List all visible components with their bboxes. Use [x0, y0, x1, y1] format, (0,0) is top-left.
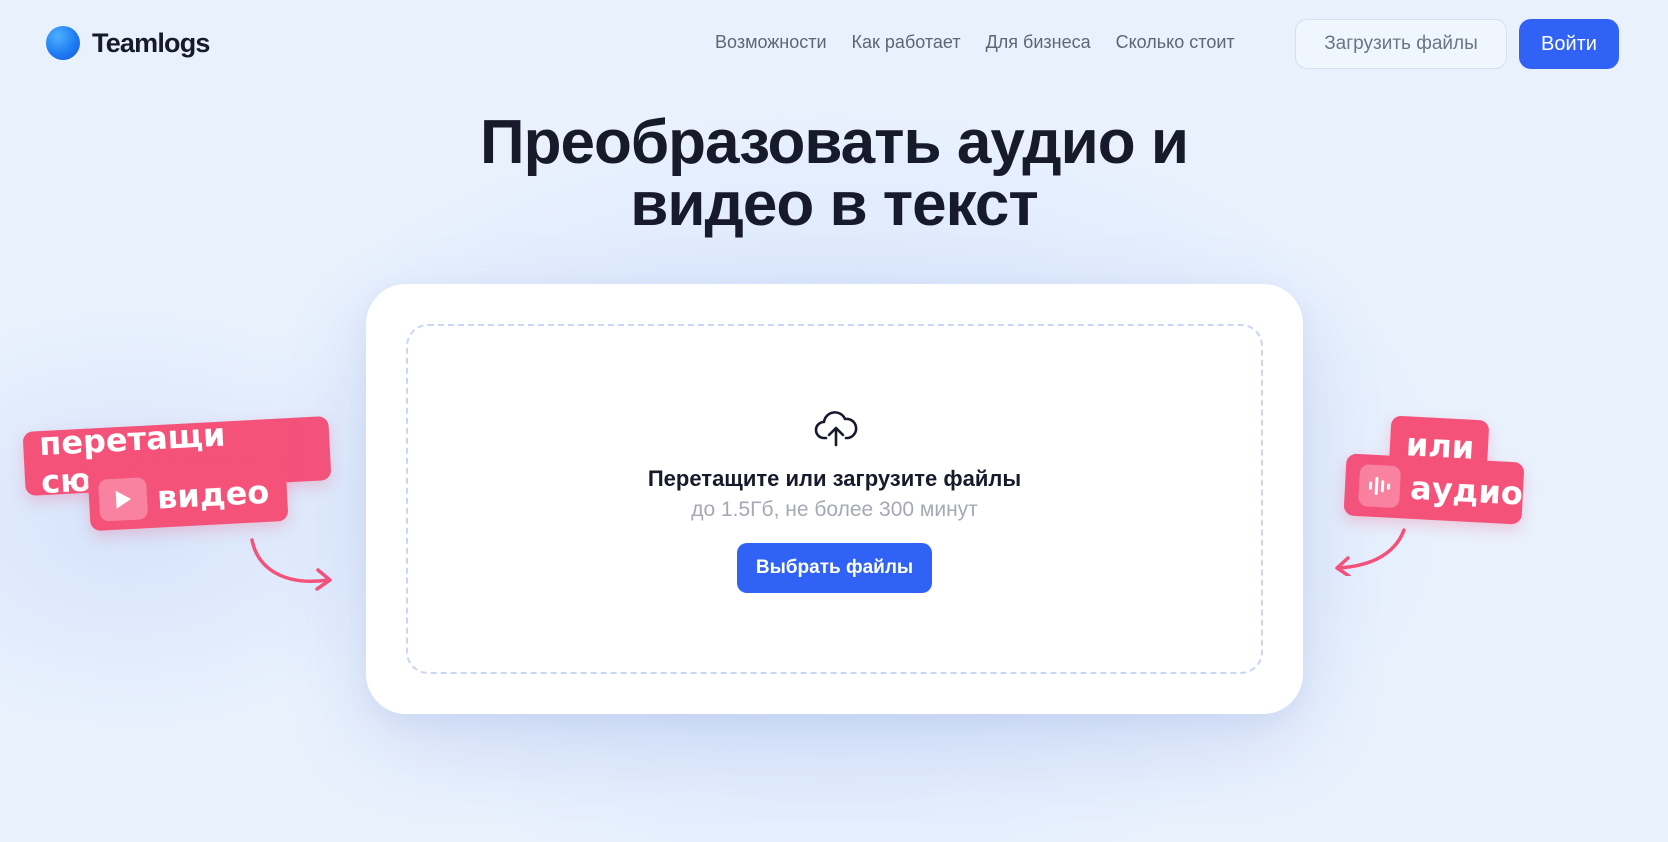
logo[interactable]: Teamlogs [46, 26, 210, 60]
hero-title-line1: Преобразовать аудио и [480, 108, 1189, 177]
logo-text: Teamlogs [92, 27, 210, 58]
nav-link-pricing[interactable]: Сколько стоит [1116, 32, 1235, 53]
hero-title-line2: видео в текст [630, 170, 1038, 239]
nav-link-how-it-works[interactable]: Как работает [852, 32, 961, 53]
sticker-audio: аудио [1343, 453, 1525, 525]
file-dropzone[interactable]: Перетащите или загрузите файлы до 1.5Гб,… [406, 324, 1263, 674]
main-nav: Возможности Как работает Для бизнеса Ско… [715, 32, 1235, 53]
upload-card: Перетащите или загрузите файлы до 1.5Гб,… [366, 284, 1303, 714]
cloud-upload-icon [814, 411, 858, 447]
curved-arrow-left-icon [1335, 528, 1406, 576]
play-icon [98, 476, 149, 522]
dropzone-limits-hint: до 1.5Гб, не более 300 минут [691, 498, 978, 521]
dropzone-title: Перетащите или загрузите файлы [647, 466, 1022, 491]
curved-arrow-right-icon [250, 538, 332, 591]
sticker-audio-label: аудио [1409, 468, 1524, 513]
hero-title: Преобразовать аудио и видео в текст [334, 112, 1334, 236]
sticker-video-label: видео [156, 472, 271, 517]
audio-wave-icon [1358, 464, 1402, 509]
sticker-video: видео [87, 459, 289, 532]
upload-files-button[interactable]: Загрузить файлы [1295, 19, 1507, 69]
logo-mark-icon [46, 26, 80, 60]
nav-link-business[interactable]: Для бизнеса [986, 32, 1091, 53]
login-button[interactable]: Войти [1519, 19, 1619, 69]
top-navbar: Teamlogs Возможности Как работает Для би… [0, 0, 1668, 88]
nav-link-features[interactable]: Возможности [715, 32, 827, 53]
choose-files-button[interactable]: Выбрать файлы [737, 543, 932, 593]
